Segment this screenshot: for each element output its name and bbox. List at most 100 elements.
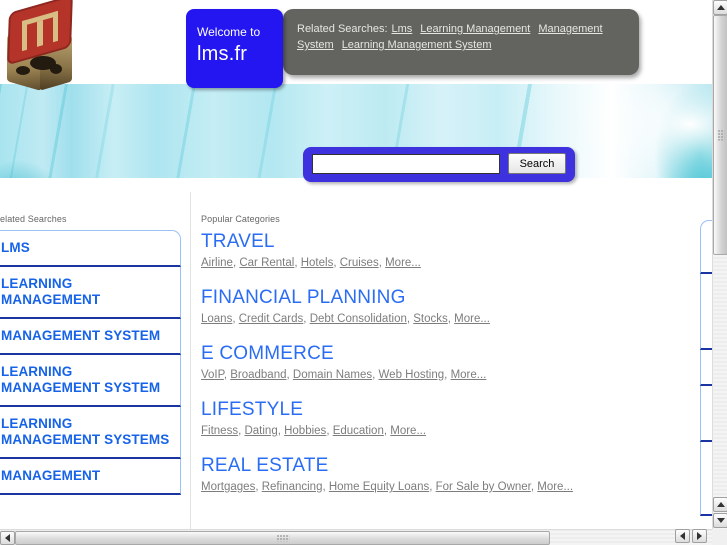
chevron-up-icon — [716, 5, 725, 10]
category-link-more[interactable]: More... — [390, 425, 426, 437]
list-item[interactable]: LEARNING MANAGEMENT SYSTEM — [0, 355, 181, 407]
search-input[interactable] — [312, 154, 500, 174]
list-item[interactable]: LEARNING MANAGEMENT — [0, 267, 181, 319]
category-link[interactable]: Car Rental — [239, 257, 294, 269]
category-block-lifestyle: LIFESTYLE Fitness, Dating, Hobbies, Educ… — [201, 398, 671, 439]
category-link-more[interactable]: More... — [537, 481, 573, 493]
category-block-financial-planning: FINANCIAL PLANNING Loans, Credit Cards, … — [201, 286, 671, 327]
site-banner: Welcome to lms.fr Related Searches: Lms Le… — [0, 0, 712, 192]
category-block-travel: TRAVEL Airline, Car Rental, Hotels, Crui… — [201, 230, 671, 271]
search-button[interactable]: Search — [508, 153, 566, 174]
category-link-more[interactable]: More... — [454, 313, 490, 325]
scrollbar-grip-icon — [717, 129, 724, 141]
right-sidebar-partial — [700, 220, 712, 516]
scroll-right-button-outer[interactable] — [692, 529, 707, 543]
list-item[interactable]: MANAGEMENT — [0, 459, 181, 495]
horizontal-scrollbar-thumb[interactable] — [15, 531, 550, 545]
page-content: elated Searches LMS LEARNING MANAGEMENT … — [0, 192, 712, 529]
category-block-real-estate: REAL ESTATE Mortgages, Refinancing, Home… — [201, 454, 671, 495]
category-link[interactable]: Mortgages — [201, 481, 255, 493]
category-link[interactable]: VoIP — [201, 369, 224, 381]
category-link[interactable]: Dating — [244, 425, 277, 437]
category-links: Airline, Car Rental, Hotels, Cruises, Mo… — [201, 257, 421, 269]
category-title[interactable]: FINANCIAL PLANNING — [201, 286, 671, 309]
horizontal-scroll-buttons — [675, 529, 709, 544]
list-item[interactable]: LEARNING MANAGEMENT SYSTEMS — [0, 407, 181, 459]
list-item[interactable] — [700, 386, 712, 442]
site-domain-name: lms.fr — [197, 43, 248, 65]
related-search-link-learning-management-system[interactable]: Learning Management System — [342, 39, 492, 51]
category-link[interactable]: Stocks — [413, 313, 448, 325]
browser-window: Welcome to lms.fr Related Searches: Lms Le… — [0, 0, 727, 545]
horizontal-scrollbar[interactable] — [0, 529, 712, 545]
cube-splotch — [50, 64, 62, 74]
category-links: Mortgages, Refinancing, Home Equity Loan… — [201, 481, 574, 493]
list-item[interactable] — [700, 274, 712, 350]
category-link[interactable]: Cruises — [340, 257, 379, 269]
related-searches-list: LMS LEARNING MANAGEMENT MANAGEMENT SYSTE… — [0, 230, 181, 495]
scrollbar-corner — [712, 529, 727, 545]
scroll-up-button-inner[interactable] — [713, 497, 727, 512]
welcome-greeting: Welcome to — [197, 25, 261, 39]
category-link[interactable]: Airline — [201, 257, 233, 269]
chevron-down-icon — [716, 518, 725, 523]
category-link[interactable]: Home Equity Loans — [329, 481, 429, 493]
sidebar-link-learning-management-system[interactable]: LEARNING MANAGEMENT SYSTEM — [1, 364, 170, 396]
sidebar-link-lms[interactable]: LMS — [1, 240, 170, 256]
category-link[interactable]: Refinancing — [262, 481, 323, 493]
category-link-more[interactable]: More... — [451, 369, 487, 381]
category-title[interactable]: TRAVEL — [201, 230, 671, 253]
category-link-more[interactable]: More... — [385, 257, 421, 269]
scrollbar-grip-icon — [276, 534, 289, 542]
vertical-scrollbar-thumb[interactable] — [713, 15, 727, 255]
vertical-scrollbar[interactable] — [712, 0, 727, 529]
related-searches-label: Related Searches: — [297, 23, 388, 35]
cube-splotch — [16, 66, 30, 75]
category-link[interactable]: Loans — [201, 313, 232, 325]
category-link[interactable]: Hotels — [301, 257, 334, 269]
list-item[interactable] — [700, 442, 712, 516]
category-link[interactable]: Debt Consolidation — [310, 313, 407, 325]
chevron-up-icon — [716, 502, 725, 507]
sidebar-heading: elated Searches — [0, 214, 67, 224]
chevron-left-icon — [5, 534, 10, 542]
category-title[interactable]: E COMMERCE — [201, 342, 671, 365]
category-links: VoIP, Broadband, Domain Names, Web Hosti… — [201, 369, 487, 381]
category-block-e-commerce: E COMMERCE VoIP, Broadband, Domain Names… — [201, 342, 671, 383]
chevron-right-icon — [697, 532, 702, 540]
related-search-link-learning-management[interactable]: Learning Management — [420, 23, 530, 35]
page-viewport: Welcome to lms.fr Related Searches: Lms Le… — [0, 0, 712, 529]
site-logo-cube[interactable] — [2, 0, 80, 91]
list-item[interactable]: LMS — [0, 230, 181, 267]
category-link[interactable]: Domain Names — [293, 369, 372, 381]
sidebar-link-learning-management[interactable]: LEARNING MANAGEMENT — [1, 276, 170, 308]
related-searches-sidebar: elated Searches LMS LEARNING MANAGEMENT … — [0, 192, 181, 495]
list-item[interactable]: MANAGEMENT SYSTEM — [0, 319, 181, 355]
category-link[interactable]: For Sale by Owner — [436, 481, 531, 493]
scroll-left-button-outer[interactable] — [675, 529, 690, 543]
search-panel: Search — [303, 147, 575, 182]
related-search-link-lms[interactable]: Lms — [392, 23, 413, 35]
category-link[interactable]: Web Hosting — [379, 369, 445, 381]
category-links: Fitness, Dating, Hobbies, Education, Mor… — [201, 425, 427, 437]
related-searches-bar: Related Searches: Lms Learning Management M… — [283, 9, 639, 75]
list-item[interactable] — [700, 350, 712, 386]
scroll-up-button[interactable] — [713, 0, 727, 15]
category-link[interactable]: Hobbies — [284, 425, 326, 437]
sidebar-link-management-system[interactable]: MANAGEMENT SYSTEM — [1, 328, 170, 344]
scroll-down-button[interactable] — [713, 513, 727, 528]
welcome-panel: Welcome to lms.fr — [186, 9, 283, 88]
sidebar-link-learning-management-systems[interactable]: LEARNING MANAGEMENT SYSTEMS — [1, 416, 170, 448]
scroll-left-button[interactable] — [0, 531, 15, 545]
sidebar-link-management[interactable]: MANAGEMENT — [1, 468, 170, 484]
list-item[interactable] — [700, 220, 712, 274]
category-link[interactable]: Fitness — [201, 425, 238, 437]
category-title[interactable]: LIFESTYLE — [201, 398, 671, 421]
popular-categories-heading: Popular Categories — [201, 214, 280, 224]
category-link[interactable]: Broadband — [230, 369, 286, 381]
category-title[interactable]: REAL ESTATE — [201, 454, 671, 477]
category-link[interactable]: Credit Cards — [239, 313, 304, 325]
category-links: Loans, Credit Cards, Debt Consolidation,… — [201, 313, 490, 325]
column-divider — [190, 192, 191, 529]
category-link[interactable]: Education — [333, 425, 384, 437]
